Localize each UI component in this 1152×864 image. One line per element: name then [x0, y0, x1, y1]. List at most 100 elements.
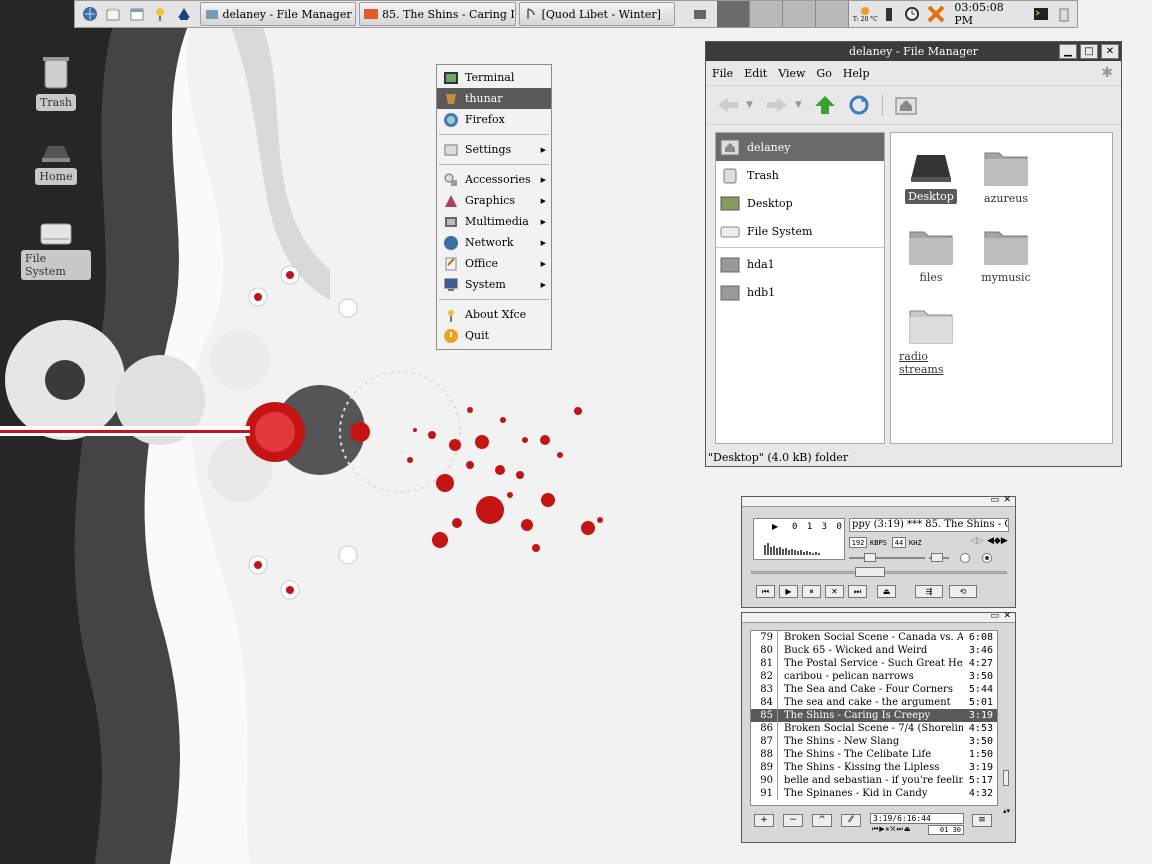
task-quod-libet[interactable]: [Quod Libet - Winter]: [518, 2, 676, 26]
playlist-scrollbar[interactable]: [1002, 630, 1010, 806]
terminal-tray-icon[interactable]: [1030, 3, 1051, 25]
calendar-icon[interactable]: [126, 3, 148, 25]
stop-button[interactable]: ✕: [825, 585, 844, 598]
shuffle-button[interactable]: ⇶: [915, 585, 943, 598]
scrollbar-thumb[interactable]: [1003, 770, 1009, 786]
eject-button[interactable]: ⏏: [877, 585, 896, 598]
play-button[interactable]: ▶: [779, 585, 798, 598]
next-button[interactable]: ⏭: [848, 585, 867, 598]
menu-item-accessories[interactable]: Accessories ▶: [437, 169, 551, 190]
volume-knob[interactable]: [864, 553, 876, 562]
workspace-3[interactable]: [782, 1, 816, 27]
task-file-manager[interactable]: delaney - File Manager: [199, 2, 357, 26]
playlist-titlebar[interactable]: ▭ ✕: [742, 611, 1015, 623]
playlist-row[interactable]: 82 caribou - pelican narrows 3:50: [751, 670, 997, 683]
menu-item-multimedia[interactable]: Multimedia ▶: [437, 211, 551, 232]
playlist-row[interactable]: 87 The Shins - New Slang 3:50: [751, 735, 997, 748]
menu-item-about-xfce[interactable]: About Xfce: [437, 304, 551, 325]
menu-edit[interactable]: Edit: [744, 67, 767, 80]
workspace-2[interactable]: [749, 1, 783, 27]
song-title-scroller[interactable]: ppy (3:19) *** 85. The Shins - Ca: [849, 518, 1009, 532]
playlist-toggle[interactable]: [982, 553, 992, 563]
menu-item-thunar[interactable]: thunar: [437, 88, 551, 109]
file-item-radio-streams[interactable]: radio streams: [896, 305, 966, 377]
remove-button[interactable]: −: [783, 814, 803, 827]
sidebar-item-trash[interactable]: Trash: [716, 161, 884, 189]
player-titlebar[interactable]: ▭ ✕: [742, 495, 1015, 507]
playlist-minimize-icon[interactable]: ▭: [990, 611, 999, 621]
trash-tray-icon[interactable]: [1054, 3, 1075, 25]
lamp-icon[interactable]: [150, 3, 172, 25]
previous-button[interactable]: ⏮: [756, 585, 775, 598]
playlist-close-icon[interactable]: ✕: [1003, 611, 1011, 621]
back-dropdown-icon[interactable]: ▼: [746, 100, 753, 110]
playlist-row[interactable]: 90 belle and sebastian - if you're feelin…: [751, 774, 997, 787]
browser-icon[interactable]: [79, 3, 101, 25]
menu-item-firefox[interactable]: Firefox: [437, 109, 551, 130]
reload-icon[interactable]: [848, 94, 870, 116]
playlist-row[interactable]: 83 The Sea and Cake - Four Corners 5:44: [751, 683, 997, 696]
maximize-button[interactable]: □: [1080, 44, 1098, 59]
playlist-row[interactable]: 84 The sea and cake - the argument 5:01: [751, 696, 997, 709]
file-item-mymusic[interactable]: mymusic: [971, 226, 1041, 285]
menu-file[interactable]: File: [712, 67, 733, 80]
misc-button[interactable]: ⁄⁄: [841, 814, 861, 827]
add-button[interactable]: +: [754, 814, 774, 827]
mini-controls-icon[interactable]: ⏮▶⏸✕⏭⏏: [872, 825, 911, 834]
desktop-icon-home[interactable]: Home: [21, 140, 91, 185]
minimize-button[interactable]: ▁: [1059, 44, 1077, 59]
close-button[interactable]: ✕: [1101, 44, 1119, 59]
menu-item-settings[interactable]: Settings ▶: [437, 139, 551, 160]
sidebar-item-hdb1[interactable]: hdb1: [716, 278, 884, 306]
scroll-arrows-icon[interactable]: ▴▾: [1003, 807, 1010, 815]
balance-knob[interactable]: [931, 553, 943, 562]
weather-widget[interactable]: T: 20 °C: [853, 6, 878, 23]
playlist-row[interactable]: 89 The Shins - Kissing the Lipless 3:19: [751, 761, 997, 774]
repeat-button[interactable]: ⟲: [949, 585, 977, 598]
pause-button[interactable]: ⏸: [802, 585, 821, 598]
clock-app-icon[interactable]: [901, 3, 922, 25]
volume-slider[interactable]: [849, 557, 925, 559]
playlist-row[interactable]: 88 The Shins - The Celibate Life 1:50: [751, 748, 997, 761]
home-icon[interactable]: [895, 95, 917, 115]
playlist-row[interactable]: 86 Broken Social Scene - 7/4 (Shoreline) 4…: [751, 722, 997, 735]
sidebar-item-file-system[interactable]: File System: [716, 217, 884, 245]
menu-item-quit[interactable]: Quit: [437, 325, 551, 346]
launcher-icon[interactable]: [173, 3, 195, 25]
panel-clock[interactable]: 03:05:08 PM: [954, 1, 1024, 27]
playlist-row[interactable]: 79Broken Social Scene - Canada vs. Amer6…: [751, 631, 997, 644]
menu-item-system[interactable]: System ▶: [437, 274, 551, 295]
forward-icon[interactable]: [765, 95, 789, 115]
sidebar-item-desktop[interactable]: Desktop: [716, 189, 884, 217]
window-titlebar[interactable]: delaney - File Manager ▁ □ ✕: [706, 42, 1121, 61]
file-item-azureus[interactable]: azureus: [971, 147, 1041, 206]
menu-item-graphics[interactable]: Graphics ▶: [437, 190, 551, 211]
equalizer-toggle[interactable]: [960, 553, 970, 563]
menu-go[interactable]: Go: [816, 67, 831, 80]
playlist-row[interactable]: 80 Buck 65 - Wicked and Weird 3:46: [751, 644, 997, 657]
menu-view[interactable]: View: [778, 67, 805, 80]
file-item-desktop[interactable]: Desktop: [896, 147, 966, 204]
editor-icon[interactable]: [103, 3, 125, 25]
list-options-button[interactable]: ≡: [972, 814, 992, 827]
forward-dropdown-icon[interactable]: ▼: [795, 100, 802, 110]
task-music-player[interactable]: 85. The Shins - Caring Is C...: [359, 2, 516, 26]
seek-knob[interactable]: [855, 567, 885, 577]
workspace-1[interactable]: [716, 1, 750, 27]
file-item-files[interactable]: files: [896, 226, 966, 285]
sidebar-item-hda1[interactable]: hda1: [716, 250, 884, 278]
menu-help[interactable]: Help: [843, 67, 870, 80]
up-icon[interactable]: [814, 95, 836, 115]
workspace-4[interactable]: [815, 1, 849, 27]
menu-item-terminal[interactable]: Terminal: [437, 67, 551, 88]
playlist-row[interactable]: 81 The Postal Service - Such Great Height…: [751, 657, 997, 670]
player-minimize-icon[interactable]: ▭: [990, 495, 999, 505]
playlist-row-current[interactable]: 85 The Shins - Caring Is Creepy 3:19: [751, 709, 997, 722]
back-icon[interactable]: [716, 95, 740, 115]
sidebar-item-delaney[interactable]: delaney: [716, 133, 884, 161]
desktop-icon-trash[interactable]: Trash: [21, 54, 91, 111]
player-close-icon[interactable]: ✕: [1003, 495, 1011, 505]
menu-item-network[interactable]: Network ▶: [437, 232, 551, 253]
mail-icon[interactable]: [689, 3, 711, 25]
playlist-row[interactable]: 91 The Spinanes - Kid in Candy 4:32: [751, 787, 997, 800]
